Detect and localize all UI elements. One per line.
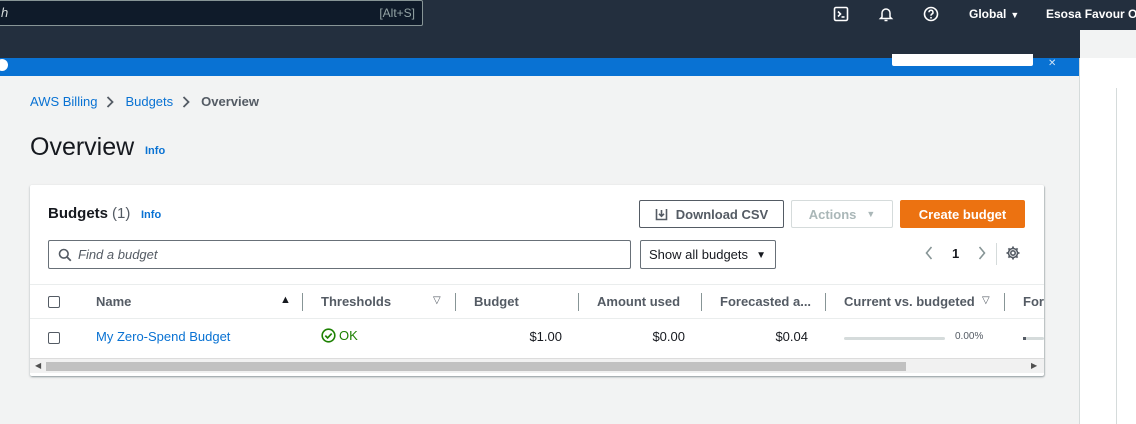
amount-used: $0.00 [652, 329, 685, 344]
current-vs-budgeted-progress [844, 337, 945, 340]
column-resizer[interactable] [1004, 293, 1005, 311]
right-side-panel [1079, 58, 1136, 424]
forecasted-vs-budgeted-progress [1023, 337, 1044, 340]
gear-icon[interactable] [1005, 245, 1021, 266]
budget-filter-select[interactable]: Show all budgets ▼ [640, 240, 776, 269]
column-header-forecasted-vs-budgeted[interactable]: For [1023, 294, 1044, 309]
top-navigation: h [Alt+S] Global▼ Esosa Favour O▼ [0, 0, 1136, 30]
breadcrumb-current: Overview [201, 94, 259, 109]
budget-name-link[interactable]: My Zero-Spend Budget [96, 329, 230, 344]
column-resizer[interactable] [825, 293, 826, 311]
account-menu[interactable]: Esosa Favour O▼ [1046, 7, 1136, 21]
column-header-amount-used[interactable]: Amount used [597, 294, 680, 309]
forecasted-amount: $0.04 [775, 329, 808, 344]
create-budget-button[interactable]: Create budget [900, 200, 1025, 228]
create-budget-label: Create budget [918, 206, 1007, 222]
breadcrumb-aws-billing[interactable]: AWS Billing [30, 94, 97, 109]
previous-page-button[interactable] [920, 243, 938, 263]
column-resizer[interactable] [455, 293, 456, 311]
column-header-current-vs-budgeted[interactable]: Current vs. budgeted [844, 294, 975, 309]
success-check-icon [321, 328, 336, 343]
next-page-button[interactable] [973, 243, 991, 263]
sort-icon[interactable]: ▽ [433, 295, 441, 306]
pagination-divider [996, 243, 997, 265]
row-checkbox[interactable] [48, 332, 60, 344]
column-resizer[interactable] [302, 293, 303, 311]
chevron-left-icon [925, 246, 933, 260]
scroll-right-arrow-icon[interactable]: ▶ [1031, 361, 1037, 370]
find-budget-field[interactable] [48, 240, 631, 269]
download-csv-button[interactable]: Download CSV [639, 200, 784, 228]
column-header-name[interactable]: Name [96, 294, 131, 309]
column-header-forecasted[interactable]: Forecasted a... [720, 294, 811, 309]
find-budget-input[interactable] [78, 245, 618, 264]
account-label: Esosa Favour O [1046, 7, 1136, 21]
chevron-right-icon [106, 95, 116, 108]
sort-icon[interactable]: ▽ [982, 295, 990, 306]
sort-ascending-icon[interactable]: ▲ [280, 294, 291, 306]
page-number[interactable]: 1 [952, 246, 959, 261]
column-header-budget[interactable]: Budget [474, 294, 519, 309]
scroll-left-arrow-icon[interactable]: ◀ [35, 361, 41, 370]
caret-down-icon: ▼ [756, 250, 766, 261]
actions-button[interactable]: Actions ▼ [791, 200, 893, 228]
threshold-status: OK [321, 328, 358, 343]
close-icon[interactable]: ✕ [1048, 58, 1056, 69]
budgets-table-container: Budgets (1) Info Download CSV Actions ▼ Cr… [30, 185, 1044, 376]
budgets-info-link[interactable]: Info [141, 209, 161, 221]
region-selector[interactable]: Global ▼ [969, 7, 1019, 21]
banner-input[interactable] [892, 54, 1033, 66]
select-all-checkbox[interactable] [48, 296, 60, 308]
current-vs-budgeted-percent: 0.00% [955, 331, 984, 342]
download-icon [655, 208, 668, 220]
scrollbar-thumb[interactable] [46, 362, 906, 371]
budget-amount: $1.00 [529, 329, 562, 344]
search-icon [58, 248, 72, 262]
region-label: Global [969, 7, 1007, 21]
pagination: 1 [920, 243, 991, 263]
budgets-title: Budgets [48, 205, 108, 222]
notification-banner: ✕ [0, 54, 1080, 76]
breadcrumb-budgets[interactable]: Budgets [125, 94, 173, 109]
chevron-right-icon [182, 95, 192, 108]
page-info-link[interactable]: Info [145, 145, 165, 157]
column-resizer[interactable] [578, 293, 579, 311]
bell-icon[interactable] [877, 5, 895, 23]
global-search-input[interactable]: h [Alt+S] [0, 0, 423, 26]
table-row: My Zero-Spend Budget OK $1.00 $0.00 $0.0… [30, 319, 1044, 356]
budgets-count: (1) [112, 205, 131, 222]
horizontal-scrollbar[interactable]: ◀ ▶ [30, 358, 1044, 373]
banner-icon [0, 59, 8, 71]
actions-label: Actions [808, 206, 857, 222]
breadcrumb: AWS Billing Budgets Overview [30, 94, 259, 109]
caret-down-icon: ▼ [1010, 10, 1020, 20]
progress-fill [1023, 337, 1026, 340]
panel-divider [1116, 88, 1117, 424]
caret-down-icon: ▼ [866, 209, 876, 219]
page-title: Overview [30, 133, 135, 161]
search-input-text: h [1, 5, 9, 20]
budgets-heading: Budgets (1) [48, 205, 130, 222]
column-header-thresholds[interactable]: Thresholds [321, 294, 391, 309]
threshold-status-label: OK [339, 328, 358, 343]
download-csv-label: Download CSV [675, 206, 769, 222]
chevron-right-icon [979, 246, 986, 260]
table-header: Name ▲ Thresholds ▽ Budget Amount used F… [30, 284, 1044, 319]
column-resizer[interactable] [701, 293, 702, 311]
search-shortcut-hint: [Alt+S] [379, 6, 415, 20]
cloudshell-icon[interactable] [832, 5, 850, 23]
budget-filter-value: Show all budgets [649, 247, 749, 262]
help-icon[interactable] [922, 5, 940, 23]
